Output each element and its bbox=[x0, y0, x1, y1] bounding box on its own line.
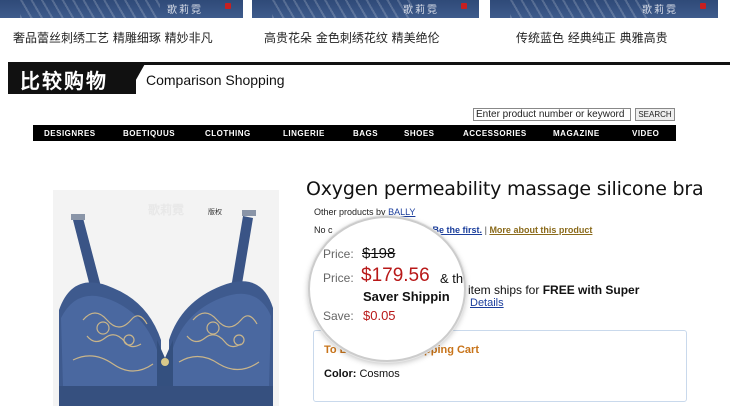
search-button[interactable]: SEARCH bbox=[635, 108, 675, 121]
be-first-link[interactable]: Be the first. bbox=[433, 225, 483, 235]
thumbnail-3: 歌莉霓 bbox=[490, 0, 718, 18]
thumbnail-watermark: 歌莉霓 bbox=[403, 5, 439, 16]
list-price-label: Price: bbox=[323, 247, 354, 261]
thumbnail-caption-2: 高贵花朵 金色刺绣花纹 精美绝伦 bbox=[264, 31, 440, 45]
review-row-start: No c bbox=[314, 225, 333, 235]
nav-item-boetiquus[interactable]: BOETIQUUS bbox=[123, 129, 175, 138]
category-nav: DESIGNRES BOETIQUUS CLOTHING LINGERIE BA… bbox=[33, 125, 676, 141]
color-label: Color: bbox=[324, 368, 357, 380]
sale-price: $179.56 bbox=[361, 265, 430, 286]
shipping-info: item ships for FREE with Super bbox=[468, 283, 639, 297]
lace-pattern bbox=[20, 0, 160, 18]
thumbnail-watermark: 歌莉霓 bbox=[167, 5, 203, 16]
nav-item-lingerie[interactable]: LINGERIE bbox=[283, 129, 325, 138]
nav-item-designres[interactable]: DESIGNRES bbox=[44, 129, 96, 138]
color-value: Cosmos bbox=[359, 368, 400, 380]
details-link[interactable]: Details bbox=[470, 297, 504, 309]
search-input[interactable] bbox=[473, 108, 631, 121]
nav-item-magazine[interactable]: MAGAZINE bbox=[553, 129, 600, 138]
lace-pattern bbox=[510, 0, 650, 18]
photo-watermark: 歌莉霓 bbox=[148, 203, 185, 217]
photo-watermark-small: 版权 bbox=[208, 208, 222, 216]
thumbnail-1: 歌莉霓 bbox=[0, 0, 243, 18]
color-row: Color: Cosmos bbox=[324, 368, 400, 380]
list-price: $198 bbox=[362, 245, 396, 262]
other-products-line: Other products by BALLY bbox=[314, 207, 415, 217]
section-banner-slant bbox=[128, 62, 146, 94]
price-magnifier: Price: $198 Price: $179.56 & th Saver Sh… bbox=[308, 216, 466, 362]
sale-price-suffix: & th bbox=[440, 271, 464, 286]
watermark-seal-icon bbox=[225, 3, 231, 9]
section-title-zh: 比较购物 bbox=[20, 69, 108, 93]
watermark-seal-icon bbox=[461, 3, 467, 9]
more-about-link[interactable]: More about this product bbox=[489, 225, 592, 235]
ships-text: item ships for bbox=[468, 283, 543, 297]
nav-item-clothing[interactable]: CLOTHING bbox=[205, 129, 251, 138]
product-title: Oxygen permeability massage silicone bra bbox=[306, 178, 704, 200]
separator: | bbox=[484, 225, 487, 235]
product-photo bbox=[53, 190, 279, 406]
watermark-seal-icon bbox=[700, 3, 706, 9]
other-products-label: Other products by bbox=[314, 207, 386, 217]
nav-item-shoes[interactable]: SHOES bbox=[404, 129, 435, 138]
nav-item-bags[interactable]: BAGS bbox=[353, 129, 378, 138]
sale-price-label: Price: bbox=[323, 271, 354, 285]
lace-pattern bbox=[272, 0, 412, 18]
bra-illustration bbox=[53, 190, 279, 406]
thumbnail-caption-3: 传统蓝色 经典纯正 典雅高贵 bbox=[516, 31, 668, 45]
nav-item-video[interactable]: VIDEO bbox=[632, 129, 659, 138]
thumbnail-watermark: 歌莉霓 bbox=[642, 5, 678, 16]
thumbnail-2: 歌莉霓 bbox=[252, 0, 479, 18]
save-label: Save: bbox=[323, 309, 354, 323]
section-title-en: Comparison Shopping bbox=[146, 72, 285, 88]
saver-shipping: Saver Shippin bbox=[363, 289, 450, 304]
nav-item-accessories[interactable]: ACCESSORIES bbox=[463, 129, 527, 138]
thumbnail-caption-1: 奢品蕾丝刺绣工艺 精雕细琢 精妙非凡 bbox=[13, 31, 213, 45]
ships-free: FREE with Super bbox=[542, 283, 640, 297]
save-value: $0.05 bbox=[363, 308, 396, 323]
